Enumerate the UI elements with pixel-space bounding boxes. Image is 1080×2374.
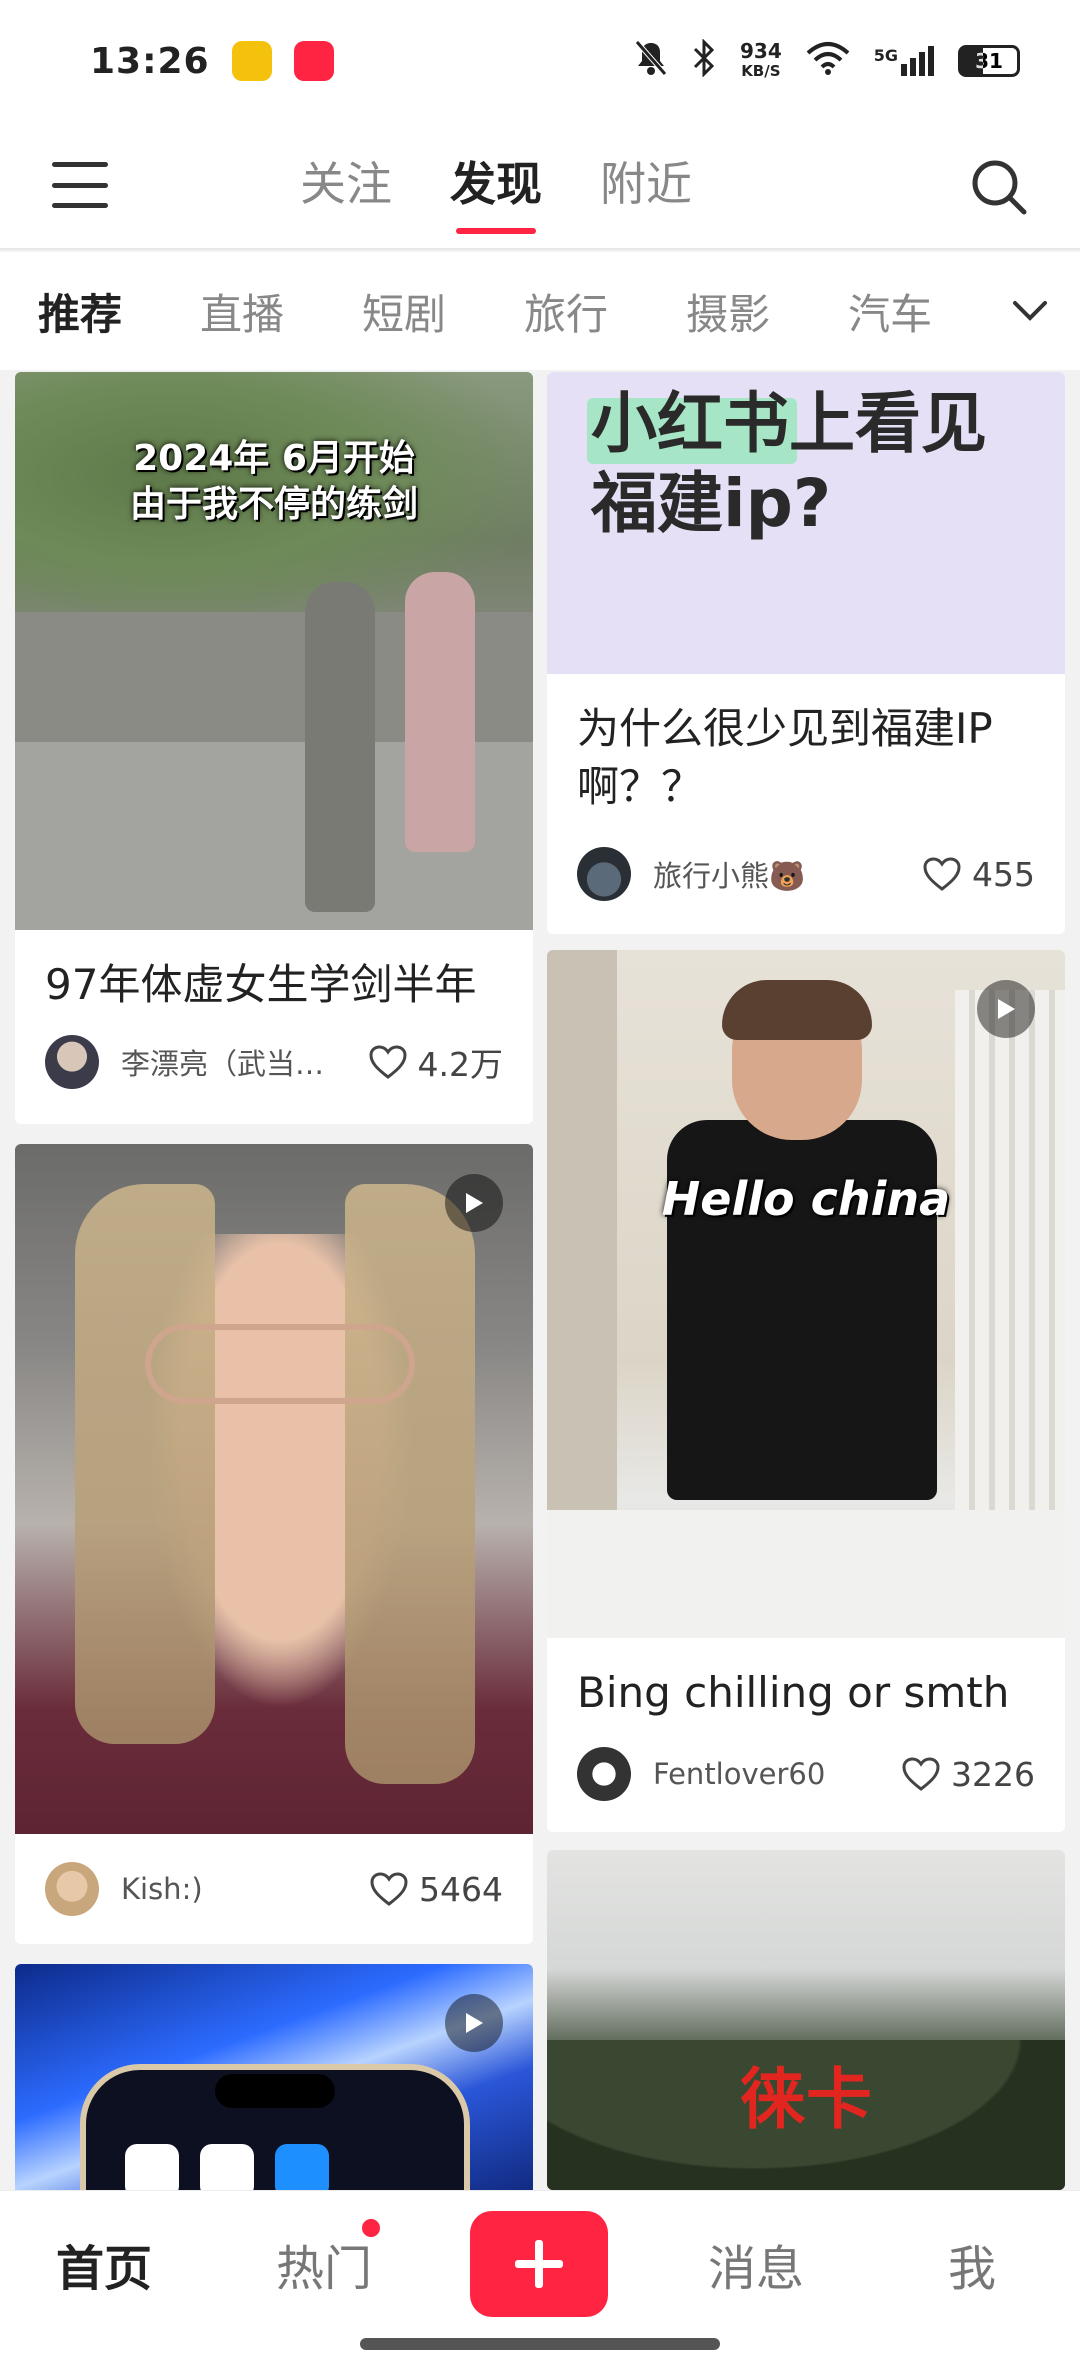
create-post-button[interactable] — [470, 2211, 608, 2317]
author-name[interactable]: Kish:) — [121, 1872, 359, 1906]
feed-card[interactable] — [15, 1964, 533, 2190]
like-count: 3226 — [951, 1754, 1035, 1794]
card-cover-video[interactable]: Hello china — [547, 950, 1065, 1638]
play-icon — [445, 1994, 503, 2052]
play-icon — [977, 980, 1035, 1038]
home-indicator[interactable] — [360, 2338, 720, 2350]
net-speed-unit: KB/S — [741, 62, 781, 80]
search-icon[interactable] — [970, 158, 1028, 216]
like-button[interactable]: 455 — [922, 855, 1035, 894]
card-title: 97年体虚女生学剑半年 — [45, 960, 477, 1009]
category-recommend[interactable]: 推荐 — [38, 281, 122, 342]
notification-dot — [362, 2219, 380, 2237]
bluetooth-icon — [692, 37, 716, 84]
like-count: 455 — [972, 854, 1035, 894]
cover-overlay-text: 小红书上看见 福建ip? — [591, 384, 987, 544]
cover-overlay-text: Hello china — [661, 1172, 951, 1226]
status-bar: 13:26 934 KB/S 5G 31 — [0, 0, 1080, 122]
like-button[interactable]: 4.2万 — [368, 1038, 503, 1086]
cover-text-line: 小红书上看见 — [591, 385, 987, 462]
card-cover-video[interactable] — [15, 1964, 533, 2190]
card-meta: Fentlover60 3226 — [547, 1726, 1065, 1822]
card-cover-image[interactable]: 徕卡 — [547, 1850, 1065, 2190]
tab-discover[interactable]: 发现 — [450, 148, 542, 234]
category-live[interactable]: 直播 — [200, 281, 284, 342]
cellular-signal-icon: 5G — [874, 46, 934, 76]
category-short-drama[interactable]: 短剧 — [362, 281, 446, 342]
cover-overlay-text: 2024年 6月开始 由于我不停的练剑 — [15, 436, 533, 528]
nav-home[interactable]: 首页 — [56, 2229, 152, 2299]
battery-level: 31 — [975, 49, 1003, 73]
card-meta: 旅行小熊🐻 455 — [547, 826, 1065, 922]
avatar[interactable] — [577, 1747, 631, 1801]
like-count: 4.2万 — [417, 1045, 503, 1084]
category-cars[interactable]: 汽车 — [848, 281, 932, 342]
feed-card[interactable]: Hello china Bing chilling or smth Fentlo… — [547, 950, 1065, 1832]
mute-icon — [634, 39, 668, 84]
xiaohongshu-notification-icon — [293, 41, 334, 81]
card-cover-image[interactable]: 2024年 6月开始 由于我不停的练剑 — [15, 372, 533, 930]
category-photography[interactable]: 摄影 — [686, 281, 770, 342]
feed-card[interactable]: 徕卡 — [547, 1850, 1065, 2190]
feed-card[interactable]: Kish:) 5464 — [15, 1144, 533, 1944]
like-button[interactable]: 5464 — [369, 1870, 503, 1909]
category-bar: 推荐 直播 短剧 旅行 摄影 汽车 — [0, 252, 1080, 370]
card-meta: 李漂亮（武当… 4.2万 — [15, 1014, 533, 1110]
cover-text-line: 福建ip? — [591, 465, 832, 542]
battery-icon: 31 — [958, 45, 1020, 77]
status-time: 13:26 — [90, 40, 210, 82]
feed-card[interactable]: 2024年 6月开始 由于我不停的练剑 97年体虚女生学剑半年 李漂亮（武当… … — [15, 372, 533, 1124]
card-title: 为什么很少见到福建IP啊？？ — [577, 704, 993, 811]
tab-follow[interactable]: 关注 — [300, 148, 392, 234]
cover-overlay-text: 徕卡 — [740, 2061, 872, 2138]
like-count: 5464 — [419, 1869, 503, 1909]
discover-feed: 2024年 6月开始 由于我不停的练剑 97年体虚女生学剑半年 李漂亮（武当… … — [0, 370, 1080, 2190]
card-cover-image[interactable]: 小红书上看见 福建ip? — [547, 372, 1065, 674]
tab-nearby[interactable]: 附近 — [600, 148, 692, 234]
menu-icon[interactable] — [52, 162, 108, 208]
author-name[interactable]: Fentlover60 — [653, 1757, 891, 1791]
card-title: Bing chilling or smth — [577, 1668, 1010, 1717]
heart-icon — [902, 1757, 940, 1791]
avatar[interactable] — [577, 847, 631, 901]
notification-app-icon — [231, 41, 272, 81]
avatar[interactable] — [45, 1862, 99, 1916]
card-cover-video[interactable] — [15, 1144, 533, 1834]
nav-messages[interactable]: 消息 — [708, 2229, 804, 2299]
category-travel[interactable]: 旅行 — [524, 281, 608, 342]
like-button[interactable]: 3226 — [901, 1755, 1035, 1794]
main-tabs: 关注 发现 附近 — [300, 148, 692, 234]
heart-icon — [369, 1045, 407, 1079]
cover-text-line: 2024年 6月开始 — [133, 438, 415, 479]
network-speed: 934 KB/S — [740, 41, 782, 81]
nav-hot[interactable]: 热门 — [276, 2229, 372, 2299]
author-name[interactable]: 李漂亮（武当… — [121, 1041, 358, 1083]
network-type: 5G — [873, 46, 898, 65]
heart-icon — [923, 857, 961, 891]
cover-text-line: 由于我不停的练剑 — [129, 484, 418, 525]
nav-me[interactable]: 我 — [948, 2229, 996, 2299]
play-icon — [445, 1174, 503, 1232]
top-navigation: 关注 发现 附近 — [0, 122, 1080, 250]
feed-card[interactable]: 小红书上看见 福建ip? 为什么很少见到福建IP啊？？ 旅行小熊🐻 455 — [547, 372, 1065, 934]
author-name[interactable]: 旅行小熊🐻 — [653, 853, 912, 895]
wifi-icon — [806, 41, 850, 82]
heart-icon — [370, 1872, 408, 1906]
avatar[interactable] — [45, 1035, 99, 1089]
net-speed-value: 934 — [739, 39, 782, 63]
plus-icon — [515, 2240, 563, 2288]
card-meta: Kish:) 5464 — [15, 1834, 533, 1944]
bottom-navigation: 首页 热门 消息 我 — [0, 2190, 1080, 2374]
chevron-down-icon[interactable] — [980, 252, 1080, 370]
